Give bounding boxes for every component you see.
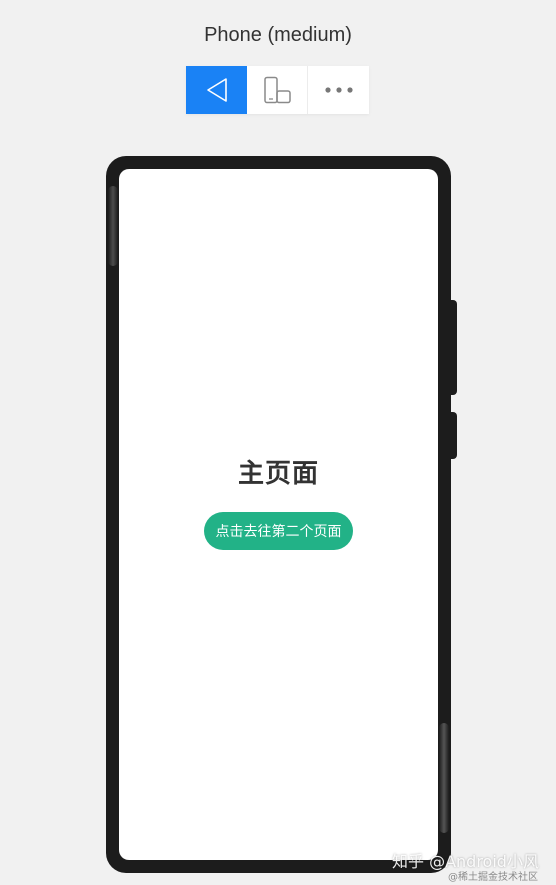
device-name-title: Phone (medium) bbox=[204, 24, 352, 46]
rotate-device-button[interactable] bbox=[247, 66, 308, 114]
phone-frame: 主页面 点击去往第二个页面 bbox=[106, 156, 451, 873]
phone-screen: 主页面 点击去往第二个页面 bbox=[119, 169, 438, 860]
back-triangle-icon bbox=[206, 78, 227, 102]
device-rotate-icon bbox=[264, 76, 291, 104]
power-key bbox=[450, 412, 457, 459]
more-dots-icon bbox=[324, 87, 353, 93]
back-button[interactable] bbox=[186, 66, 247, 114]
volume-key bbox=[450, 300, 457, 395]
more-options-button[interactable] bbox=[308, 66, 369, 114]
page-title: 主页面 bbox=[237, 459, 319, 489]
go-to-second-page-button[interactable]: 点击去往第二个页面 bbox=[204, 512, 353, 550]
preview-toolbar bbox=[186, 66, 369, 114]
watermark-subtext: @稀土掘金技术社区 bbox=[448, 872, 538, 883]
